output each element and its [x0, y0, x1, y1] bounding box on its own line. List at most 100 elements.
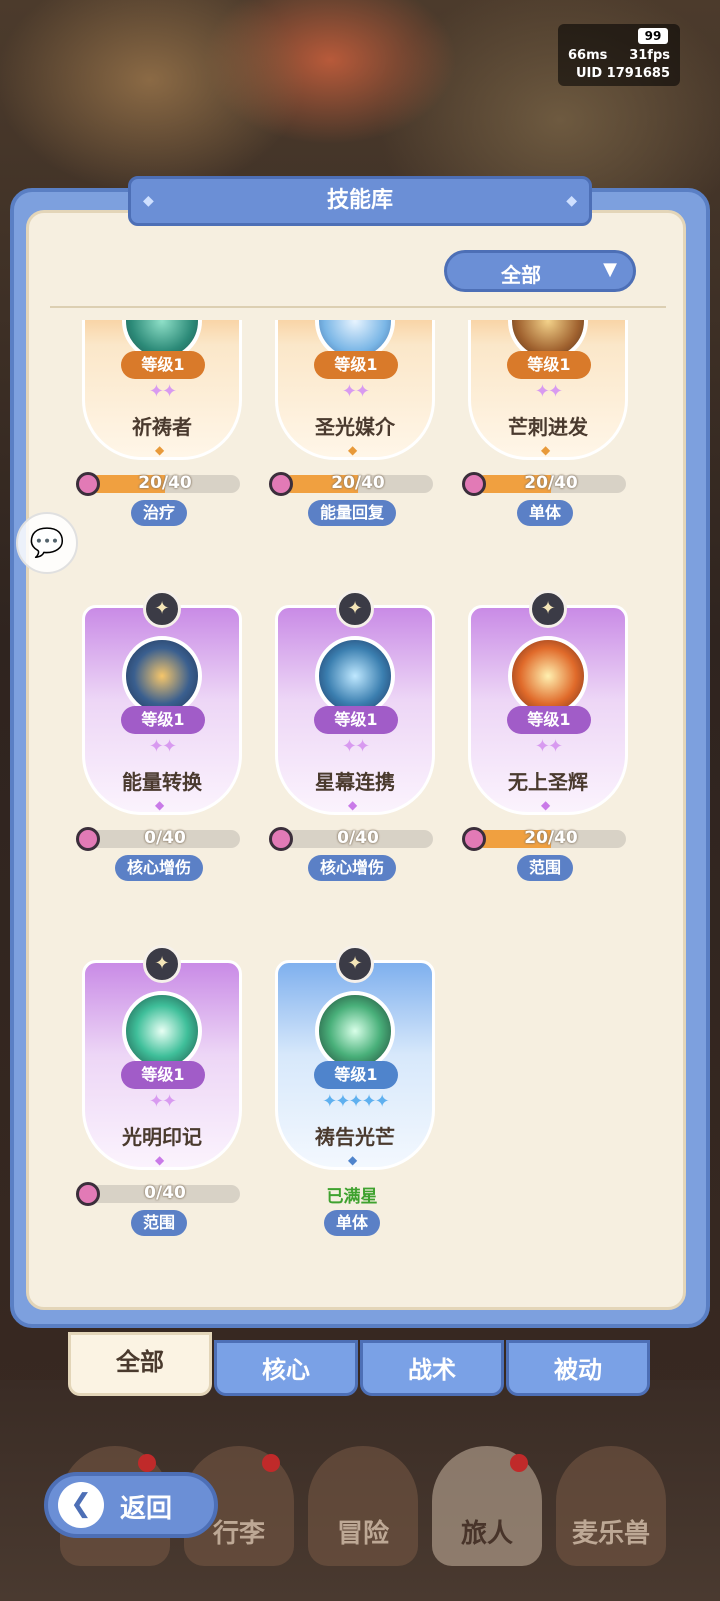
healing-cross-icon: [315, 991, 395, 1071]
level-pill: 等级1: [121, 706, 205, 734]
gem-icon: ◆: [541, 798, 551, 812]
fragment-progress: 0/40: [76, 827, 242, 851]
divider: [50, 306, 666, 308]
star-rating: ✦✦: [534, 736, 563, 757]
skill-card-face: 等级1 ✦✦ 芒刺进发 ◆: [468, 320, 628, 460]
tab-passive[interactable]: 被动: [506, 1340, 650, 1396]
gem-icon: ◆: [348, 798, 358, 812]
gem-icon: ◆: [155, 798, 165, 812]
skill-card-face: ✦ 等级1 ✦✦ 无上圣辉 ◆: [468, 590, 628, 815]
star-rating: ✦✦: [534, 381, 563, 402]
progress-text: 20/40: [524, 828, 578, 848]
fragment-icon: [76, 827, 100, 851]
level-pill: 等级1: [121, 351, 205, 379]
fragment-progress: 20/40: [76, 472, 242, 496]
fragment-icon: [462, 827, 486, 851]
banner-diamond-icon: ◆: [143, 193, 154, 209]
filter-dropdown[interactable]: 全部 ▼: [444, 250, 636, 292]
ping-text: 66ms: [568, 48, 608, 63]
progress-text: 20/40: [331, 473, 385, 493]
skill-name: 无上圣辉: [508, 770, 588, 794]
skill-name: 能量转换: [122, 770, 202, 794]
sparkle-badge-icon: ✦: [336, 945, 374, 983]
banner-diamond-icon: ◆: [566, 193, 577, 209]
max-star-text: 已满星: [326, 1187, 378, 1207]
fragment-progress: 20/40: [269, 472, 435, 496]
skill-type-tag: 范围: [517, 855, 574, 881]
back-button[interactable]: ❮ 返回: [44, 1472, 218, 1538]
star-rating: ✦✦: [148, 381, 177, 402]
energy-swirl-icon: [122, 636, 202, 716]
skill-type-tag: 核心增伤: [115, 855, 204, 881]
nav-item-traveler[interactable]: 旅人: [432, 1446, 542, 1566]
star-burst-icon: [122, 991, 202, 1071]
notification-dot: [138, 1454, 156, 1472]
gem-icon: ◆: [541, 443, 551, 457]
fps-text: 31fps: [629, 48, 670, 63]
fragment-progress: 0/40: [76, 1182, 242, 1206]
status-overlay: 99 66ms 31fps UID 1791685: [558, 24, 680, 86]
progress-text: 0/40: [144, 1183, 186, 1203]
panel-title-banner: ◆ 技能库 ◆: [128, 176, 592, 226]
star-rating: ✦✦: [341, 736, 370, 757]
tab-core[interactable]: 核心: [214, 1340, 358, 1396]
notification-dot: [262, 1454, 280, 1472]
battery-indicator: 99: [638, 28, 668, 44]
skill-card-face: ✦ 等级1 ✦✦ 能量转换 ◆: [82, 590, 242, 815]
skill-name: 祈祷者: [132, 415, 192, 439]
explosion-icon: [508, 636, 588, 716]
nav-item-pet[interactable]: 麦乐兽: [556, 1446, 666, 1566]
level-pill: 等级1: [507, 706, 591, 734]
gem-icon: ◆: [348, 443, 358, 457]
galaxy-icon: [315, 636, 395, 716]
fragment-progress: 0/40: [269, 827, 435, 851]
star-rating: ✦✦✦✦✦: [322, 1091, 389, 1112]
sparkle-badge-icon: ✦: [143, 590, 181, 628]
level-pill: 等级1: [314, 351, 398, 379]
chat-bubble-icon[interactable]: 💬: [16, 512, 78, 574]
notification-dot: [510, 1454, 528, 1472]
skill-grid[interactable]: 等级1 ✦✦ 祈祷者 ◆ 20/40 治疗 等级1 ✦✦ 圣光媒介 ◆ 20/40 能量回复 等级1 ✦✦…: [30, 320, 690, 1300]
uid-text: UID 1791685: [575, 66, 670, 81]
fragment-progress: 20/40: [462, 472, 628, 496]
skill-name: 圣光媒介: [315, 415, 395, 439]
star-rating: ✦✦: [148, 1091, 177, 1112]
skill-name: 星幕连携: [315, 770, 395, 794]
skill-card-face: 等级1 ✦✦ 祈祷者 ◆: [82, 320, 242, 460]
panel-title: 技能库: [326, 188, 393, 213]
progress-text: 0/40: [144, 828, 186, 848]
filter-label: 全部: [501, 263, 541, 287]
skill-card-face: ✦ 等级1 ✦✦✦✦✦ 祷告光芒 ◆: [275, 945, 435, 1170]
fragment-icon: [76, 1182, 100, 1206]
sparkle-badge-icon: ✦: [529, 590, 567, 628]
level-pill: 等级1: [121, 1061, 205, 1089]
star-rating: ✦✦: [148, 736, 177, 757]
gem-icon: ◆: [155, 443, 165, 457]
level-pill: 等级1: [507, 351, 591, 379]
level-pill: 等级1: [314, 1061, 398, 1089]
progress-text: 20/40: [524, 473, 578, 493]
skill-card-face: ✦ 等级1 ✦✦ 星幕连携 ◆: [275, 590, 435, 815]
gem-icon: ◆: [155, 1153, 165, 1167]
fragment-icon: [269, 472, 293, 496]
skill-type-tag: 范围: [131, 1210, 188, 1236]
sparkle-badge-icon: ✦: [336, 590, 374, 628]
nav-label: 麦乐兽: [571, 1519, 650, 1549]
fragment-progress: 20/40: [462, 827, 628, 851]
tab-tactic[interactable]: 战术: [360, 1340, 504, 1396]
dropdown-arrow-icon: ▼: [603, 259, 617, 280]
nav-item-adventure[interactable]: 冒险: [308, 1446, 418, 1566]
tab-all[interactable]: 全部: [68, 1332, 212, 1396]
gem-icon: ◆: [348, 1153, 358, 1167]
skill-name: 芒刺进发: [508, 415, 588, 439]
nav-label: 旅人: [460, 1519, 513, 1549]
skill-type-tag: 单体: [324, 1210, 381, 1236]
progress-text: 0/40: [337, 828, 379, 848]
back-label: 返回: [120, 1494, 173, 1524]
level-pill: 等级1: [314, 706, 398, 734]
fragment-icon: [269, 827, 293, 851]
skill-type-tag: 治疗: [131, 500, 188, 526]
skill-type-tag: 单体: [517, 500, 574, 526]
progress-text: 20/40: [138, 473, 192, 493]
star-rating: ✦✦: [341, 381, 370, 402]
